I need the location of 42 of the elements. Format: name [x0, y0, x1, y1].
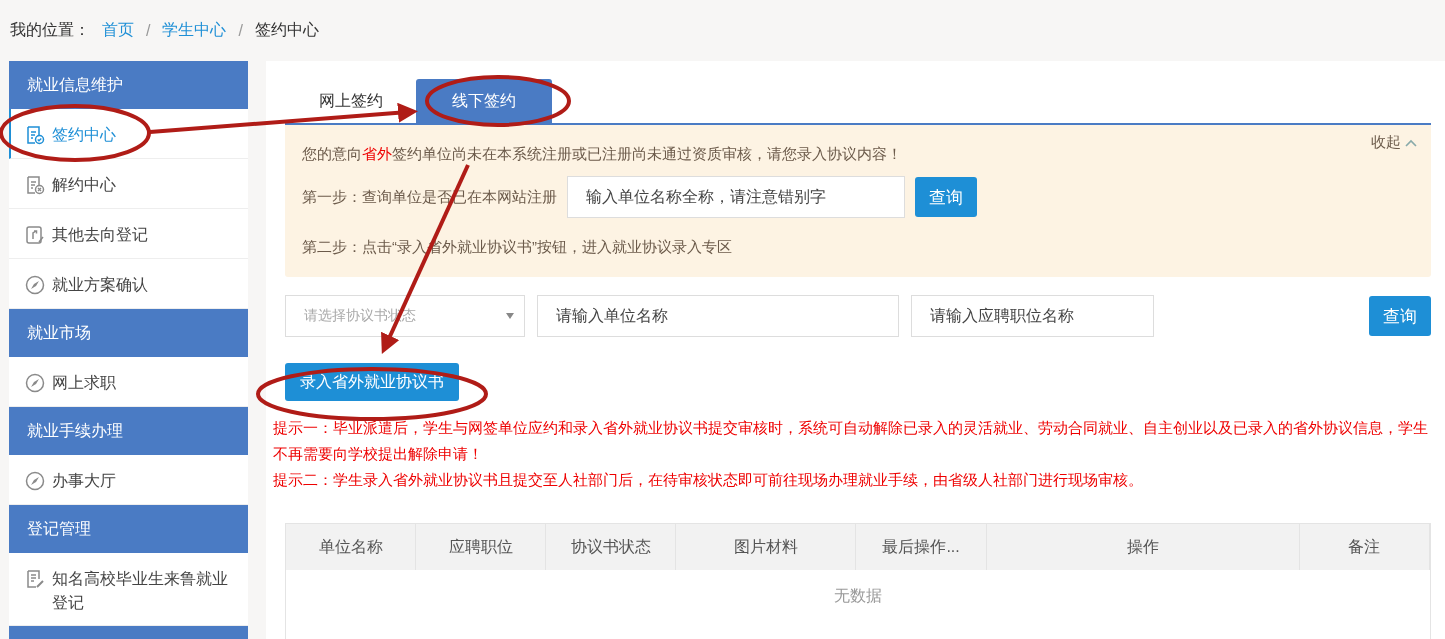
company-name-field[interactable]: 请输入单位名称	[537, 295, 899, 337]
column-header: 应聘职位	[416, 524, 547, 570]
compass-icon	[25, 471, 45, 491]
tip-text: 提示二：学生录入省外就业协议书且提交至人社部门后，在待审核状态即可前往现场办理就业手续，由省级人社部门进行现场审核。	[273, 471, 1144, 490]
sidebar-section-header: 就业信息维护	[9, 61, 248, 109]
sidebar-item[interactable]: 知名高校毕业生来鲁就业登记	[9, 553, 248, 626]
dropdown-caret-icon	[506, 313, 514, 319]
query-button[interactable]: 查询	[915, 177, 977, 217]
collapse-button[interactable]: 收起	[1371, 133, 1417, 152]
column-header: 最后操作...	[856, 524, 987, 570]
tip-text: 提示一：毕业派遣后，学生与网签单位应约和录入省外就业协议书提交审核时，系统可自动解除已录入的灵活就业、劳动合同就业、自主创业以及已录入的省外协议信息，学生不再需要向学校提出解除申请！	[273, 419, 1429, 464]
sidebar-section-header: 登记管理	[9, 505, 248, 553]
compass-icon	[25, 275, 45, 295]
empty-table-text: 无数据	[834, 587, 882, 604]
sidebar-item[interactable]: 解约中心	[9, 159, 248, 209]
sidebar-item[interactable]: 签约中心	[9, 109, 248, 159]
sidebar-item[interactable]: 就业方案确认	[9, 259, 248, 309]
position-field[interactable]: 请输入应聘职位名称	[911, 295, 1154, 337]
sidebar-item[interactable]: 其他去向登记	[9, 209, 248, 259]
sidebar-item[interactable]: 网上求职	[9, 357, 248, 407]
document-x-icon	[25, 175, 45, 195]
document-pencil-icon	[25, 569, 45, 589]
sidebar-section-header: 就业市场	[9, 309, 248, 357]
chevron-up-icon	[1405, 138, 1417, 147]
column-header: 协议书状态	[546, 524, 677, 570]
document-check-icon	[25, 125, 45, 145]
breadcrumb-separator: /	[238, 21, 243, 40]
compass-icon	[25, 373, 45, 393]
breadcrumb-separator: /	[146, 21, 151, 40]
sidebar-section-header: 就业手续办理	[9, 407, 248, 455]
column-header: 图片材料	[676, 524, 857, 570]
breadcrumb-label: 我的位置：	[10, 20, 90, 40]
company-search-field[interactable]: 输入单位名称全称，请注意错别字	[567, 176, 905, 218]
breadcrumb-link[interactable]: 学生中心	[162, 20, 227, 41]
breadcrumb-link[interactable]: 首页	[102, 20, 134, 41]
notice-message: 您的意向省外签约单位尚未在本系统注册或已注册尚未通过资质审核，请您录入协议内容！	[302, 145, 903, 164]
column-header: 备注	[1299, 524, 1430, 570]
search-button[interactable]: 查询	[1369, 296, 1431, 336]
sidebar-item[interactable]: 办事大厅	[9, 455, 248, 505]
column-header: 单位名称	[286, 524, 417, 570]
breadcrumb-current: 签约中心	[254, 20, 319, 40]
column-header: 操作	[986, 524, 1300, 570]
